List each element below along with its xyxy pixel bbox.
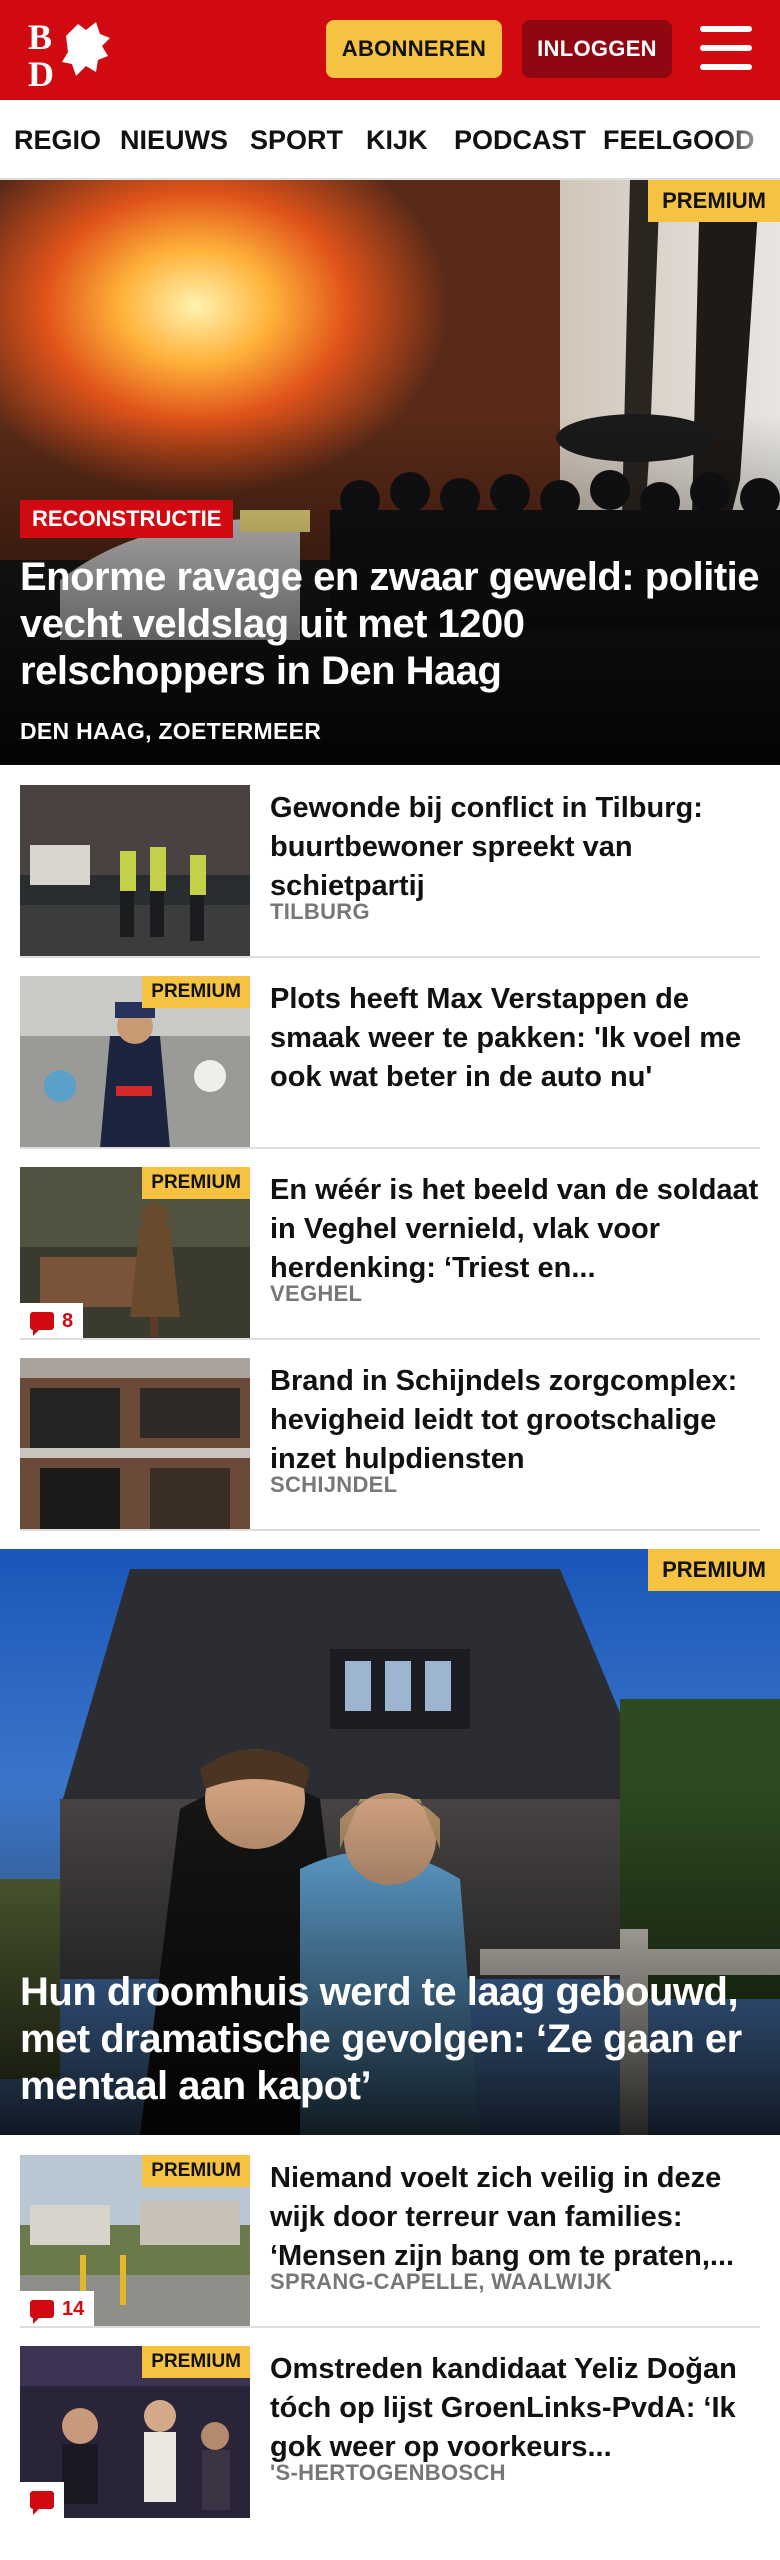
premium-badge: PREMIUM (142, 2155, 250, 2187)
premium-badge: PREMIUM (142, 2346, 250, 2378)
article-thumbnail: PREMIUM (20, 2346, 250, 2518)
comment-count-text: 14 (62, 2297, 85, 2320)
svg-text:B: B (28, 17, 52, 57)
article-location: SCHIJNDEL (270, 1472, 398, 1497)
login-button[interactable]: INLOGGEN (522, 20, 672, 78)
comment-icon (30, 2491, 54, 2515)
comment-count[interactable] (20, 2482, 64, 2518)
hero-headline[interactable]: Hun droomhuis werd te laag gebouwd, met … (20, 1969, 760, 2110)
list-item[interactable]: PREMIUM 14 Niemand voelt zich veilig in … (0, 2135, 780, 2328)
site-header: B D ABONNEREN INLOGGEN (0, 0, 780, 100)
article-location: TILBURG (270, 899, 370, 924)
article-headline[interactable]: Gewonde bij conflict in Tilburg: buurtbe… (270, 789, 760, 906)
hero-headline[interactable]: Enorme ravage en zwaar geweld: politie v… (20, 554, 760, 695)
list-item[interactable]: Brand in Schijndels zorgcomplex: hevighe… (0, 1338, 780, 1531)
nav-item-sport[interactable]: SPORT (250, 100, 343, 178)
hero-article[interactable]: PREMIUM Hun droomhuis werd te laag gebou… (0, 1549, 780, 2135)
premium-badge: PREMIUM (648, 1549, 780, 1591)
comment-count[interactable]: 14 (20, 2291, 95, 2327)
divider (20, 1529, 760, 1531)
list-item[interactable]: Gewonde bij conflict in Tilburg: buurtbe… (0, 765, 780, 958)
hero-location: DEN HAAG, ZOETERMEER (20, 718, 322, 744)
article-headline[interactable]: En wéér is het beeld van de soldaat in V… (270, 1171, 760, 1288)
list-item[interactable]: PREMIUM Plots heeft Max Verstappen de sm… (0, 956, 780, 1149)
article-thumbnail (20, 1358, 250, 1530)
article-thumbnail: PREMIUM 8 (20, 1167, 250, 1339)
comment-count-text: 8 (62, 1309, 74, 1332)
article-location: SPRANG-CAPELLE, WAALWIJK (270, 2269, 613, 2294)
comment-count[interactable]: 8 (20, 1303, 84, 1339)
nav-item-podcast[interactable]: PODCAST (454, 100, 586, 178)
menu-icon[interactable] (700, 26, 752, 70)
nav-scroll-fade (720, 100, 780, 178)
article-thumbnail: PREMIUM (20, 976, 250, 1148)
article-headline[interactable]: Brand in Schijndels zorgcomplex: hevighe… (270, 1362, 760, 1479)
section-nav: REGIO NIEUWS SPORT KIJK PODCAST FEELGOOD (0, 100, 780, 180)
article-location: 'S-HERTOGENBOSCH (270, 2460, 506, 2485)
premium-badge: PREMIUM (142, 976, 250, 1008)
premium-badge: PREMIUM (142, 1167, 250, 1199)
bd-logo[interactable]: B D (26, 16, 118, 88)
nav-item-regio[interactable]: REGIO (14, 100, 101, 178)
svg-text:D: D (28, 54, 54, 88)
list-item[interactable]: PREMIUM 8 En wéér is het beeld van de so… (0, 1147, 780, 1340)
premium-badge: PREMIUM (648, 180, 780, 222)
comment-icon (30, 2300, 54, 2324)
article-headline[interactable]: Plots heeft Max Verstappen de smaak weer… (270, 980, 760, 1097)
article-thumbnail: PREMIUM 14 (20, 2155, 250, 2327)
list-item[interactable]: PREMIUM Omstreden kandidaat Yeliz Doğan … (0, 2326, 780, 2518)
hero-article[interactable]: PREMIUM RECONSTRUCTIE Enorme ravage en z… (0, 180, 780, 765)
article-headline[interactable]: Omstreden kandidaat Yeliz Doğan tóch op … (270, 2350, 760, 2467)
article-thumbnail (20, 785, 250, 957)
nav-item-nieuws[interactable]: NIEUWS (120, 100, 228, 178)
nav-item-kijk[interactable]: KIJK (366, 100, 428, 178)
category-tag: RECONSTRUCTIE (20, 500, 234, 538)
article-location: VEGHEL (270, 1281, 363, 1306)
article-headline[interactable]: Niemand voelt zich veilig in deze wijk d… (270, 2159, 760, 2276)
subscribe-button[interactable]: ABONNEREN (326, 20, 502, 78)
comment-icon (30, 1312, 54, 1336)
